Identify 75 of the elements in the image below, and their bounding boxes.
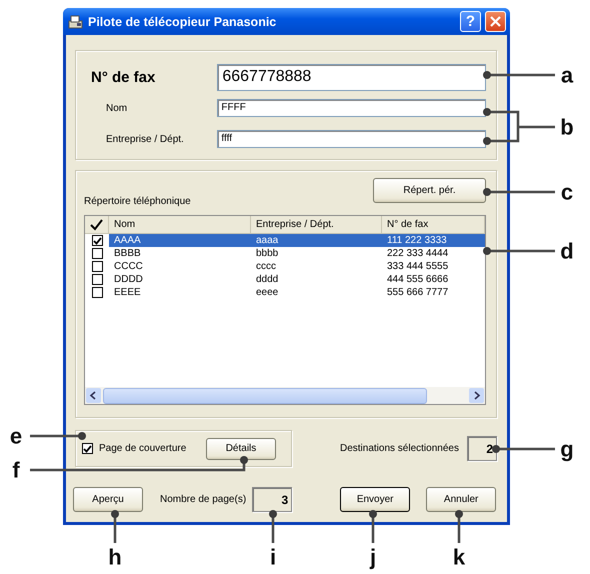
callout-label: g (560, 436, 574, 462)
close-icon (490, 16, 501, 27)
table-cell-text: cccc (255, 261, 277, 272)
destinations-label: Destinations sélectionnées (340, 443, 459, 454)
phonebook-label: Répertoire téléphonique (84, 196, 191, 207)
table-cell-text: eeee (255, 287, 280, 298)
close-button[interactable] (485, 11, 506, 32)
callout-label: j (370, 544, 376, 570)
leader-line (30, 432, 86, 440)
fax-number-field[interactable]: 6667778888 (217, 64, 486, 91)
company-field[interactable]: ffff (217, 130, 486, 148)
table-cell-text: 444 555 6666 (386, 274, 450, 285)
checkbox[interactable] (92, 274, 102, 285)
callout-label: i (270, 544, 276, 570)
leader-line (369, 510, 377, 543)
contact-row[interactable]: BBBB bbbb 222 333 4444 (85, 247, 485, 260)
fax-number-label: N° de fax (91, 69, 156, 86)
details-button[interactable]: Détails (206, 438, 276, 460)
contact-row[interactable]: CCCC cccc 333 444 5555 (85, 260, 485, 273)
preview-button[interactable]: Aperçu (73, 487, 143, 512)
callout-label: a (560, 62, 574, 88)
scroll-right-icon[interactable] (469, 388, 484, 403)
table-cell: aaaa (251, 234, 382, 247)
personal-phonebook-button[interactable]: Répert. pér. (373, 178, 486, 203)
checkbox-label: Page de couverture (99, 443, 188, 454)
table-cell-text: BBBB (113, 248, 142, 259)
column-header[interactable]: Entreprise / Dépt. (251, 216, 382, 233)
checkbox[interactable] (92, 261, 102, 272)
callout-label: c (560, 180, 574, 204)
table-cell-text: 333 444 5555 (386, 261, 450, 272)
leader-line (492, 445, 555, 453)
table-cell-text: 222 333 4444 (386, 248, 450, 259)
page-count: 3 (252, 487, 292, 512)
table-cell-text: EEEE (113, 287, 142, 298)
table-cell-text: CCCC (113, 261, 144, 272)
leader-line (483, 188, 555, 196)
leader-line (111, 510, 119, 543)
contact-row[interactable]: AAAA aaaa 111 222 3333 (85, 234, 485, 247)
fax-icon (68, 14, 84, 28)
name-label: Nom (105, 102, 128, 114)
checkbox[interactable] (92, 248, 102, 259)
column-header[interactable]: N° de fax (382, 216, 485, 233)
callout-label: k (452, 544, 466, 570)
page-count-label: Nombre de page(s) (160, 494, 246, 505)
name-field[interactable]: FFFF (217, 99, 486, 117)
scrollbar-thumb[interactable] (103, 388, 427, 404)
leader-line (269, 510, 277, 543)
column-header[interactable]: Nom (109, 216, 251, 233)
callout-label: h (108, 544, 122, 570)
table-cell-text: 555 666 7777 (386, 287, 450, 298)
checkbox[interactable] (82, 443, 93, 454)
send-button[interactable]: Envoyer (340, 487, 410, 512)
destinations-count: 2 (467, 436, 497, 461)
scroll-left-icon[interactable] (86, 388, 101, 403)
window-title: Pilote de télécopieur Panasonic (88, 14, 278, 28)
check-icon (90, 218, 103, 230)
table-cell-text: DDDD (113, 274, 144, 285)
leader-line (455, 510, 463, 543)
callout-label: b (560, 114, 574, 140)
leader-line (483, 71, 555, 79)
checkbox[interactable] (92, 287, 102, 298)
checkbox[interactable] (92, 235, 102, 246)
company-label: Entreprise / Dépt. (105, 134, 185, 144)
table-cell: AAAA (109, 234, 251, 247)
callout-label: d (560, 238, 574, 264)
contact-row[interactable]: EEEE eeee 555 666 7777 (85, 286, 485, 299)
callout-label: e (10, 424, 22, 448)
table-cell: 111 222 3333 (382, 234, 485, 247)
cancel-button[interactable]: Annuler (426, 487, 496, 512)
table-cell-text: dddd (255, 274, 280, 285)
contact-row[interactable]: DDDD dddd 444 555 6666 (85, 273, 485, 286)
leader-line (483, 247, 555, 255)
callout-label: f (12, 458, 20, 482)
horizontal-scrollbar[interactable] (85, 387, 485, 404)
table-cell-text: bbbb (255, 248, 280, 259)
